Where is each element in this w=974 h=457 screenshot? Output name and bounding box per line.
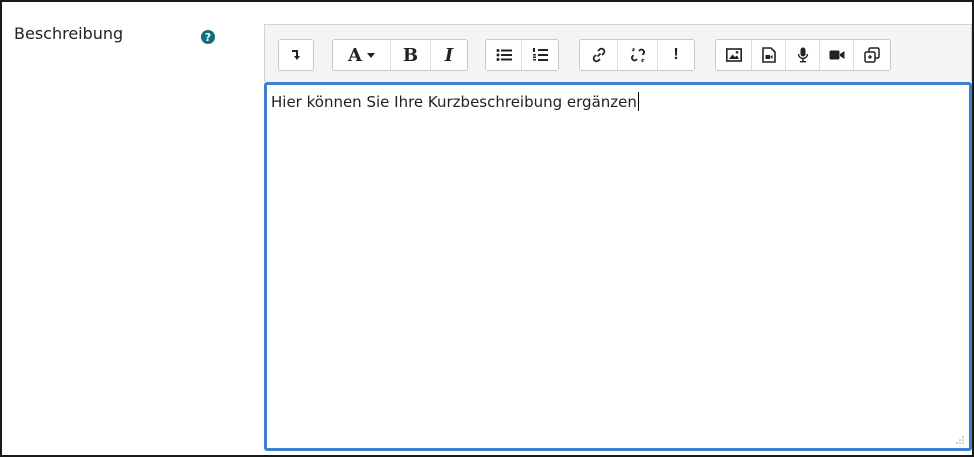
collapse-toolbar-button[interactable]: [279, 40, 313, 70]
no-autolink-icon: !: [673, 46, 679, 63]
rich-text-editor: A B I ! Hier können Sie Ihre Kurzbeschre…: [264, 24, 972, 453]
unlink-icon: [630, 47, 645, 63]
field-label: Beschreibung: [14, 24, 124, 43]
ordered-list-button[interactable]: [522, 40, 558, 70]
toolbar-group-collapse: [278, 39, 314, 71]
toolbar-group-font: A B I: [332, 39, 468, 71]
editor-text: Hier können Sie Ihre Kurzbeschreibung er…: [271, 93, 637, 111]
help-icon[interactable]: ?: [201, 30, 215, 44]
media-icon: [761, 47, 776, 63]
image-icon: [725, 48, 742, 62]
italic-button[interactable]: I: [431, 40, 467, 70]
bold-button[interactable]: B: [391, 40, 431, 70]
italic-label: I: [444, 44, 454, 66]
bold-label: B: [402, 44, 419, 66]
editor-content-area[interactable]: Hier können Sie Ihre Kurzbeschreibung er…: [264, 82, 972, 451]
toolbar-group-media: [715, 39, 891, 71]
form-row: Beschreibung ? A B I ! Hier können Sie I…: [0, 0, 974, 457]
text-cursor: [637, 92, 639, 111]
h5p-button[interactable]: [854, 40, 890, 70]
unlink-button[interactable]: [618, 40, 658, 70]
record-video-icon: [829, 50, 844, 60]
record-video-button[interactable]: [820, 40, 854, 70]
link-button[interactable]: [580, 40, 618, 70]
h5p-icon: [864, 47, 880, 63]
link-icon: [592, 47, 605, 63]
unordered-list-icon: [496, 49, 512, 61]
ordered-list-icon: [533, 48, 548, 61]
editor-toolbar: A B I !: [264, 24, 972, 82]
resize-handle-icon[interactable]: [956, 436, 964, 444]
toolbar-group-links: !: [579, 39, 695, 71]
record-audio-icon: [797, 47, 808, 63]
font-style-dropdown-button[interactable]: A: [333, 40, 391, 70]
no-autolink-button[interactable]: !: [658, 40, 694, 70]
record-audio-button[interactable]: [786, 40, 820, 70]
insert-media-button[interactable]: [752, 40, 786, 70]
unordered-list-button[interactable]: [486, 40, 522, 70]
toolbar-group-lists: [485, 39, 559, 71]
chevron-down-icon: [366, 52, 375, 58]
insert-image-button[interactable]: [716, 40, 752, 70]
font-style-label: A: [348, 44, 362, 66]
collapse-icon: [292, 50, 300, 60]
